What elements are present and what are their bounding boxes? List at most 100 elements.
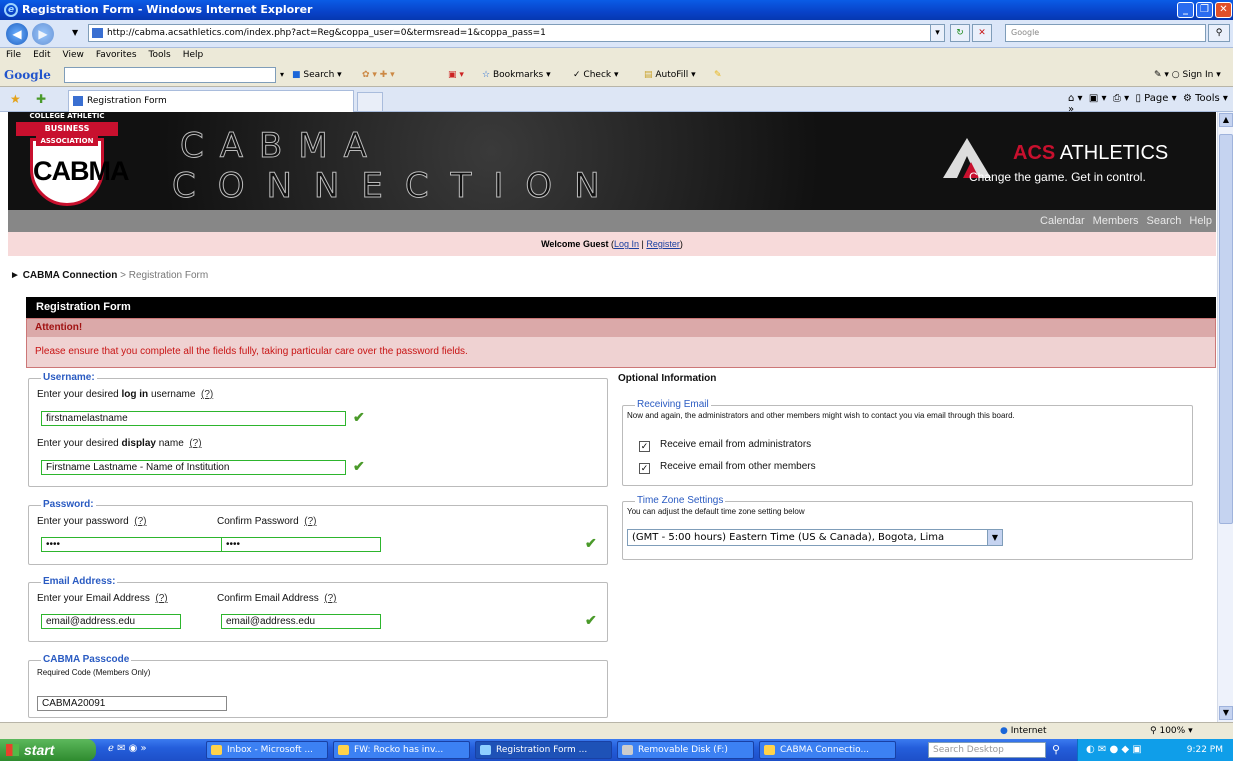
page-scrollbar[interactable]: ▲ ▼	[1217, 112, 1233, 722]
zoom-button[interactable]: ⚲ 100% ▾	[1150, 723, 1193, 740]
address-dropdown-button[interactable]: ▾	[930, 24, 945, 42]
forward-button[interactable]: ▶	[32, 23, 54, 45]
task-removable-disk[interactable]: Removable Disk (F:)	[617, 741, 754, 759]
task-inbox[interactable]: Inbox - Microsoft ...	[206, 741, 328, 759]
attention-message: Please ensure that you complete all the …	[35, 346, 468, 357]
page-favicon-icon	[92, 28, 103, 38]
tab-registration-form[interactable]: Registration Form	[68, 90, 354, 112]
toolbar-icons-1[interactable]: ✿ ▾ ✚ ▾	[362, 63, 395, 87]
email-help-link[interactable]: (?)	[155, 593, 167, 604]
passcode-input[interactable]: CABMA20091	[37, 696, 227, 711]
timezone-select[interactable]: (GMT - 5:00 hours) Eastern Time (US & Ca…	[627, 529, 1003, 546]
banner-title-line1: CABMA	[180, 126, 383, 167]
username-fieldset: Username: Enter your desired log in user…	[28, 372, 608, 487]
password-help-link[interactable]: (?)	[134, 516, 146, 527]
autofill-button[interactable]: ▤ AutoFill ▾	[644, 63, 696, 87]
print-icon[interactable]: ⎙ ▾	[1113, 93, 1129, 104]
site-nav: Calendar Members Search Help	[8, 210, 1216, 232]
favorites-star-icon[interactable]: ★	[10, 92, 21, 106]
spellcheck-icon: ✓	[573, 70, 581, 80]
display-help-link[interactable]: (?)	[189, 438, 201, 449]
admin-email-checkbox[interactable]: ✓	[639, 441, 650, 452]
scroll-thumb[interactable]	[1219, 134, 1233, 524]
google-search-input[interactable]	[64, 67, 276, 83]
address-row: ◀ ▶ ▼ http://cabma.acsathletics.com/inde…	[0, 20, 1233, 48]
search-go-button[interactable]: ⚲	[1208, 24, 1230, 42]
scroll-up-button[interactable]: ▲	[1219, 113, 1233, 127]
quick-launch[interactable]: ℯ ✉ ◉ »	[108, 743, 147, 754]
nav-help[interactable]: Help	[1189, 215, 1212, 227]
home-icon[interactable]: ⌂ ▾	[1068, 93, 1083, 104]
email-legend: Email Address:	[41, 576, 118, 587]
sign-in-button[interactable]: ✎ ▾ ○ Sign In ▾	[1154, 63, 1221, 87]
live-search-input[interactable]: Google	[1005, 24, 1206, 42]
tools-menu-button[interactable]: ⚙ Tools ▾	[1183, 93, 1228, 104]
email-label-text: Enter your Email Address	[37, 593, 150, 604]
start-button[interactable]: start	[0, 739, 96, 761]
wrench-icon: ✎	[1154, 70, 1162, 80]
minimize-button[interactable]: _	[1177, 2, 1194, 18]
login-help-link[interactable]: (?)	[201, 389, 213, 400]
maximize-button[interactable]: ❐	[1196, 2, 1213, 18]
optional-info-title: Optional Information	[618, 373, 717, 384]
new-tab-button[interactable]	[357, 92, 383, 111]
password-valid-check-icon: ✔	[585, 535, 597, 551]
password-input[interactable]: ••••	[41, 537, 231, 552]
login-link[interactable]: Log In	[614, 239, 639, 249]
task-cabma-connection[interactable]: CABMA Connectio...	[759, 741, 896, 759]
task-fw-rocko[interactable]: FW: Rocko has inv...	[333, 741, 470, 759]
nav-search[interactable]: Search	[1147, 215, 1182, 227]
desktop-search-icon[interactable]: ⚲	[1052, 743, 1060, 756]
add-favorites-icon[interactable]: ✚	[36, 92, 46, 106]
tray-icons[interactable]: ◐ ✉ ● ◆ ▣	[1086, 739, 1142, 761]
blocked-popups-icon[interactable]: ▣ ▾	[448, 63, 464, 87]
logo-main-text: CABMA	[33, 156, 130, 186]
nav-members[interactable]: Members	[1093, 215, 1139, 227]
status-bar: ● Internet ⚲ 100% ▾	[0, 722, 1233, 739]
google-search-icon: ■	[292, 70, 301, 80]
feeds-icon[interactable]: ▣ ▾	[1089, 93, 1107, 104]
task-cabma-label: CABMA Connectio...	[780, 745, 870, 755]
menu-view[interactable]: View	[63, 50, 84, 60]
google-search-dropdown-icon[interactable]: ▾	[280, 63, 284, 87]
refresh-button[interactable]: ↻	[950, 24, 970, 42]
confirm-password-help-link[interactable]: (?)	[304, 516, 316, 527]
confirm-password-label: Confirm Password (?)	[217, 516, 317, 527]
confirm-email-help-link[interactable]: (?)	[324, 593, 336, 604]
menu-help[interactable]: Help	[183, 50, 204, 60]
history-dropdown-icon[interactable]: ▼	[72, 28, 78, 37]
member-email-checkbox[interactable]: ✓	[639, 463, 650, 474]
menu-tools[interactable]: Tools	[149, 50, 171, 60]
spellcheck-button[interactable]: ✓ Check ▾	[573, 63, 619, 87]
address-field[interactable]: http://cabma.acsathletics.com/index.php?…	[88, 24, 945, 42]
highlight-icon[interactable]: ✎	[714, 63, 722, 87]
back-button[interactable]: ◀	[6, 23, 28, 45]
zone-text: Internet	[1010, 726, 1047, 736]
page-menu-button[interactable]: ▯ Page ▾	[1135, 93, 1176, 104]
display-name-input[interactable]: Firstname Lastname - Name of Institution	[41, 460, 346, 475]
menu-favorites[interactable]: Favorites	[96, 50, 137, 60]
register-link[interactable]: Register	[646, 239, 680, 249]
breadcrumb-arrow-icon: ►	[10, 270, 20, 281]
login-username-input[interactable]: firstnamelastname	[41, 411, 346, 426]
logo-top-text: COLLEGE ATHLETIC	[29, 112, 105, 120]
nav-calendar[interactable]: Calendar	[1040, 215, 1085, 227]
menu-edit[interactable]: Edit	[33, 50, 50, 60]
menu-file[interactable]: File	[6, 50, 21, 60]
cabma-logo[interactable]: COLLEGE ATHLETIC BUSINESS MANAGEMENT ASS…	[16, 112, 130, 208]
password-legend: Password:	[41, 499, 96, 510]
bookmarks-button[interactable]: ☆ Bookmarks ▾	[482, 63, 551, 87]
breadcrumb-root[interactable]: CABMA Connection	[23, 270, 118, 281]
email-input[interactable]: email@address.edu	[41, 614, 181, 629]
task-disk-label: Removable Disk (F:)	[638, 745, 728, 755]
close-button[interactable]: ✕	[1215, 2, 1232, 18]
scroll-down-button[interactable]: ▼	[1219, 706, 1233, 720]
stop-button[interactable]: ✕	[972, 24, 992, 42]
google-search-button[interactable]: ■ Search ▾	[292, 63, 342, 87]
desktop-search-input[interactable]: Search Desktop	[928, 742, 1046, 758]
confirm-password-input[interactable]: ••••	[221, 537, 381, 552]
drive-icon	[622, 745, 633, 755]
confirm-email-input[interactable]: email@address.edu	[221, 614, 381, 629]
task-registration-form[interactable]: Registration Form ...	[475, 741, 612, 759]
task-inbox-label: Inbox - Microsoft ...	[227, 745, 313, 755]
